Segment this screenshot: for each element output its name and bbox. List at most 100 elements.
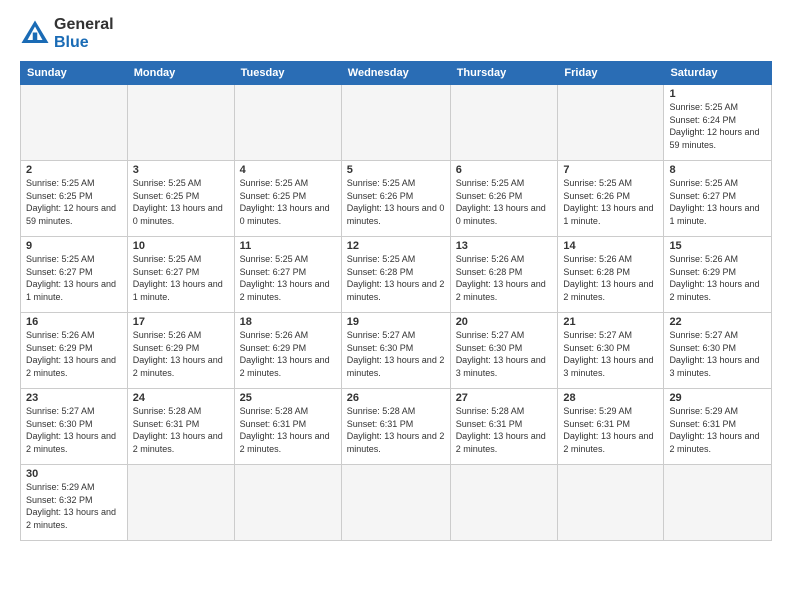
- day-cell: 15Sunrise: 5:26 AM Sunset: 6:29 PM Dayli…: [664, 237, 772, 313]
- calendar-page: General Blue SundayMondayTuesdayWednesda…: [0, 0, 792, 612]
- day-info: Sunrise: 5:25 AM Sunset: 6:26 PM Dayligh…: [456, 177, 553, 227]
- day-number: 11: [240, 240, 336, 252]
- day-cell: 25Sunrise: 5:28 AM Sunset: 6:31 PM Dayli…: [234, 389, 341, 465]
- day-info: Sunrise: 5:26 AM Sunset: 6:29 PM Dayligh…: [26, 329, 122, 379]
- day-info: Sunrise: 5:29 AM Sunset: 6:31 PM Dayligh…: [563, 405, 658, 455]
- day-cell: 13Sunrise: 5:26 AM Sunset: 6:28 PM Dayli…: [450, 237, 558, 313]
- day-number: 23: [26, 392, 122, 404]
- week-row-0: 1Sunrise: 5:25 AM Sunset: 6:24 PM Daylig…: [21, 85, 772, 161]
- day-number: 18: [240, 316, 336, 328]
- day-number: 30: [26, 468, 122, 480]
- day-info: Sunrise: 5:25 AM Sunset: 6:27 PM Dayligh…: [669, 177, 766, 227]
- weekday-wednesday: Wednesday: [341, 62, 450, 85]
- day-cell: 18Sunrise: 5:26 AM Sunset: 6:29 PM Dayli…: [234, 313, 341, 389]
- day-cell: 30Sunrise: 5:29 AM Sunset: 6:32 PM Dayli…: [21, 465, 128, 541]
- logo-icon: [20, 19, 50, 49]
- day-cell: 24Sunrise: 5:28 AM Sunset: 6:31 PM Dayli…: [127, 389, 234, 465]
- week-row-5: 30Sunrise: 5:29 AM Sunset: 6:32 PM Dayli…: [21, 465, 772, 541]
- day-number: 17: [133, 316, 229, 328]
- day-cell: [558, 85, 664, 161]
- day-info: Sunrise: 5:27 AM Sunset: 6:30 PM Dayligh…: [456, 329, 553, 379]
- day-info: Sunrise: 5:28 AM Sunset: 6:31 PM Dayligh…: [347, 405, 445, 455]
- day-info: Sunrise: 5:26 AM Sunset: 6:29 PM Dayligh…: [240, 329, 336, 379]
- day-info: Sunrise: 5:26 AM Sunset: 6:29 PM Dayligh…: [133, 329, 229, 379]
- day-cell: [450, 465, 558, 541]
- day-cell: 10Sunrise: 5:25 AM Sunset: 6:27 PM Dayli…: [127, 237, 234, 313]
- day-info: Sunrise: 5:28 AM Sunset: 6:31 PM Dayligh…: [240, 405, 336, 455]
- day-number: 5: [347, 164, 445, 176]
- logo: General Blue: [20, 16, 114, 51]
- day-cell: 20Sunrise: 5:27 AM Sunset: 6:30 PM Dayli…: [450, 313, 558, 389]
- weekday-tuesday: Tuesday: [234, 62, 341, 85]
- day-info: Sunrise: 5:29 AM Sunset: 6:32 PM Dayligh…: [26, 481, 122, 531]
- week-row-1: 2Sunrise: 5:25 AM Sunset: 6:25 PM Daylig…: [21, 161, 772, 237]
- weekday-friday: Friday: [558, 62, 664, 85]
- day-number: 29: [669, 392, 766, 404]
- day-number: 4: [240, 164, 336, 176]
- day-number: 28: [563, 392, 658, 404]
- day-info: Sunrise: 5:25 AM Sunset: 6:27 PM Dayligh…: [26, 253, 122, 303]
- day-cell: [234, 465, 341, 541]
- day-number: 24: [133, 392, 229, 404]
- day-number: 6: [456, 164, 553, 176]
- week-row-3: 16Sunrise: 5:26 AM Sunset: 6:29 PM Dayli…: [21, 313, 772, 389]
- day-number: 26: [347, 392, 445, 404]
- day-cell: [21, 85, 128, 161]
- day-info: Sunrise: 5:25 AM Sunset: 6:25 PM Dayligh…: [133, 177, 229, 227]
- day-cell: 1Sunrise: 5:25 AM Sunset: 6:24 PM Daylig…: [664, 85, 772, 161]
- day-cell: [341, 465, 450, 541]
- day-cell: [127, 85, 234, 161]
- day-number: 3: [133, 164, 229, 176]
- day-info: Sunrise: 5:25 AM Sunset: 6:26 PM Dayligh…: [347, 177, 445, 227]
- weekday-saturday: Saturday: [664, 62, 772, 85]
- day-cell: 16Sunrise: 5:26 AM Sunset: 6:29 PM Dayli…: [21, 313, 128, 389]
- day-cell: 5Sunrise: 5:25 AM Sunset: 6:26 PM Daylig…: [341, 161, 450, 237]
- day-cell: 29Sunrise: 5:29 AM Sunset: 6:31 PM Dayli…: [664, 389, 772, 465]
- header: General Blue: [20, 16, 772, 51]
- weekday-thursday: Thursday: [450, 62, 558, 85]
- day-number: 19: [347, 316, 445, 328]
- day-cell: 17Sunrise: 5:26 AM Sunset: 6:29 PM Dayli…: [127, 313, 234, 389]
- logo-blue: Blue: [54, 34, 89, 51]
- day-cell: 3Sunrise: 5:25 AM Sunset: 6:25 PM Daylig…: [127, 161, 234, 237]
- day-number: 14: [563, 240, 658, 252]
- day-cell: [558, 465, 664, 541]
- day-cell: [234, 85, 341, 161]
- day-cell: 28Sunrise: 5:29 AM Sunset: 6:31 PM Dayli…: [558, 389, 664, 465]
- day-info: Sunrise: 5:27 AM Sunset: 6:30 PM Dayligh…: [26, 405, 122, 455]
- day-info: Sunrise: 5:26 AM Sunset: 6:28 PM Dayligh…: [563, 253, 658, 303]
- calendar-table: SundayMondayTuesdayWednesdayThursdayFrid…: [20, 61, 772, 541]
- day-number: 10: [133, 240, 229, 252]
- day-number: 12: [347, 240, 445, 252]
- day-cell: 22Sunrise: 5:27 AM Sunset: 6:30 PM Dayli…: [664, 313, 772, 389]
- day-cell: 14Sunrise: 5:26 AM Sunset: 6:28 PM Dayli…: [558, 237, 664, 313]
- weekday-monday: Monday: [127, 62, 234, 85]
- day-number: 15: [669, 240, 766, 252]
- day-number: 13: [456, 240, 553, 252]
- day-cell: [664, 465, 772, 541]
- day-cell: [450, 85, 558, 161]
- day-info: Sunrise: 5:25 AM Sunset: 6:25 PM Dayligh…: [240, 177, 336, 227]
- day-number: 1: [669, 88, 766, 100]
- day-info: Sunrise: 5:26 AM Sunset: 6:28 PM Dayligh…: [456, 253, 553, 303]
- day-info: Sunrise: 5:25 AM Sunset: 6:24 PM Dayligh…: [669, 101, 766, 151]
- day-number: 7: [563, 164, 658, 176]
- day-number: 27: [456, 392, 553, 404]
- day-info: Sunrise: 5:25 AM Sunset: 6:27 PM Dayligh…: [240, 253, 336, 303]
- day-cell: [341, 85, 450, 161]
- day-info: Sunrise: 5:26 AM Sunset: 6:29 PM Dayligh…: [669, 253, 766, 303]
- day-cell: 23Sunrise: 5:27 AM Sunset: 6:30 PM Dayli…: [21, 389, 128, 465]
- day-info: Sunrise: 5:28 AM Sunset: 6:31 PM Dayligh…: [456, 405, 553, 455]
- day-info: Sunrise: 5:27 AM Sunset: 6:30 PM Dayligh…: [669, 329, 766, 379]
- day-info: Sunrise: 5:27 AM Sunset: 6:30 PM Dayligh…: [347, 329, 445, 379]
- day-info: Sunrise: 5:25 AM Sunset: 6:26 PM Dayligh…: [563, 177, 658, 227]
- day-number: 25: [240, 392, 336, 404]
- day-cell: 9Sunrise: 5:25 AM Sunset: 6:27 PM Daylig…: [21, 237, 128, 313]
- day-number: 20: [456, 316, 553, 328]
- day-info: Sunrise: 5:29 AM Sunset: 6:31 PM Dayligh…: [669, 405, 766, 455]
- weekday-header-row: SundayMondayTuesdayWednesdayThursdayFrid…: [21, 62, 772, 85]
- day-cell: 4Sunrise: 5:25 AM Sunset: 6:25 PM Daylig…: [234, 161, 341, 237]
- day-info: Sunrise: 5:25 AM Sunset: 6:28 PM Dayligh…: [347, 253, 445, 303]
- day-info: Sunrise: 5:28 AM Sunset: 6:31 PM Dayligh…: [133, 405, 229, 455]
- logo-general: General: [54, 16, 114, 33]
